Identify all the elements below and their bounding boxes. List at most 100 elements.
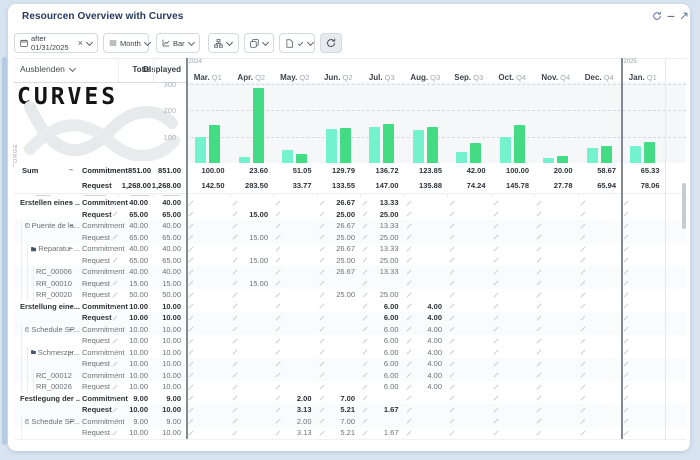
edit-pencil-icon[interactable] [493, 349, 499, 355]
edit-pencil-icon[interactable] [493, 292, 499, 298]
month-cell-sep[interactable] [447, 358, 489, 370]
edit-pencil-icon[interactable] [275, 384, 281, 390]
edit-pencil-icon[interactable] [623, 246, 629, 252]
month-cell-apr[interactable] [230, 220, 272, 232]
month-cell-dec[interactable] [578, 427, 620, 439]
month-header-nov[interactable]: Nov. Q4 [534, 58, 578, 82]
edit-pencil-icon[interactable] [275, 315, 281, 321]
edit-pencil-icon[interactable] [112, 372, 118, 378]
row-name[interactable]: RR_00020 [36, 289, 72, 301]
month-cell-sep[interactable] [447, 289, 489, 301]
month-cell-jan[interactable]: 65.33 [621, 163, 663, 178]
edit-pencil-icon[interactable] [112, 418, 118, 424]
month-cell-apr[interactable] [230, 301, 272, 313]
edit-pencil-icon[interactable] [580, 349, 586, 355]
edit-pencil-icon[interactable] [536, 372, 542, 378]
edit-pencil-icon[interactable] [449, 211, 455, 217]
month-cell-jun[interactable]: 7.00 [317, 416, 359, 428]
month-cell-aug[interactable]: 123.85 [404, 163, 446, 178]
edit-pencil-icon[interactable] [362, 338, 368, 344]
edit-pencil-icon[interactable] [188, 246, 194, 252]
month-cell-mar[interactable]: 100.00 [186, 163, 228, 178]
total-cell[interactable]: 9.00 [110, 393, 151, 405]
month-cell-may[interactable]: 2.00 [273, 416, 315, 428]
month-header-oct[interactable]: Oct. Q4 [491, 58, 535, 82]
bar-request-mar[interactable] [209, 125, 220, 163]
month-cell-jan[interactable] [621, 278, 663, 290]
month-cell-sep[interactable] [447, 312, 489, 324]
edit-pencil-icon[interactable] [319, 384, 325, 390]
edit-pencil-icon[interactable] [580, 338, 586, 344]
month-cell-jul[interactable] [360, 278, 402, 290]
edit-pencil-icon[interactable] [449, 407, 455, 413]
edit-pencil-icon[interactable] [319, 361, 325, 367]
month-cell-aug[interactable] [404, 220, 446, 232]
month-cell-jul[interactable]: 6.00 [360, 347, 402, 359]
edit-pencil-icon[interactable] [232, 349, 238, 355]
edit-pencil-icon[interactable] [493, 269, 499, 275]
edit-pencil-icon[interactable] [275, 223, 281, 229]
month-cell-oct[interactable] [491, 381, 533, 393]
bar-request-dec[interactable] [601, 146, 612, 163]
edit-pencil-icon[interactable] [449, 234, 455, 240]
edit-pencil-icon[interactable] [580, 372, 586, 378]
edit-pencil-icon[interactable] [580, 361, 586, 367]
edit-pencil-icon[interactable] [232, 292, 238, 298]
edit-pencil-icon[interactable] [362, 234, 368, 240]
edit-pencil-icon[interactable] [580, 407, 586, 413]
edit-pencil-icon[interactable] [536, 246, 542, 252]
month-cell-apr[interactable] [230, 370, 272, 382]
month-cell-nov[interactable] [534, 358, 576, 370]
edit-pencil-icon[interactable] [580, 418, 586, 424]
month-cell-oct[interactable] [491, 220, 533, 232]
month-cell-dec[interactable] [578, 347, 620, 359]
edit-pencil-icon[interactable] [406, 326, 412, 332]
edit-pencil-icon[interactable] [112, 269, 118, 275]
edit-pencil-icon[interactable] [580, 395, 586, 401]
month-cell-mar[interactable] [186, 266, 228, 278]
edit-pencil-icon[interactable] [493, 280, 499, 286]
edit-pencil-icon[interactable] [536, 418, 542, 424]
edit-pencil-icon[interactable] [275, 407, 281, 413]
month-cell-may[interactable] [273, 209, 315, 221]
edit-pencil-icon[interactable] [536, 338, 542, 344]
month-cell-oct[interactable] [491, 266, 533, 278]
edit-pencil-icon[interactable] [580, 303, 586, 309]
month-cell-nov[interactable] [534, 197, 576, 209]
month-cell-mar[interactable]: 142.50 [186, 178, 228, 193]
edit-pencil-icon[interactable] [232, 269, 238, 275]
month-cell-aug[interactable]: 4.00 [404, 335, 446, 347]
edit-pencil-icon[interactable] [275, 292, 281, 298]
month-cell-jun[interactable]: 25.00 [317, 255, 359, 267]
edit-pencil-icon[interactable] [319, 395, 325, 401]
month-cell-mar[interactable] [186, 255, 228, 267]
edit-pencil-icon[interactable] [362, 211, 368, 217]
month-cell-jun[interactable]: 7.00 [317, 393, 359, 405]
edit-pencil-icon[interactable] [319, 338, 325, 344]
month-cell-apr[interactable]: 15.00 [230, 209, 272, 221]
collapse-button[interactable]: – [69, 197, 73, 209]
edit-pencil-icon[interactable] [406, 315, 412, 321]
edit-pencil-icon[interactable] [623, 372, 629, 378]
edit-pencil-icon[interactable] [319, 234, 325, 240]
collapse-button[interactable]: – [69, 324, 73, 336]
edit-pencil-icon[interactable] [188, 315, 194, 321]
edit-pencil-icon[interactable] [232, 361, 238, 367]
edit-pencil-icon[interactable] [275, 303, 281, 309]
edit-pencil-icon[interactable] [493, 315, 499, 321]
edit-pencil-icon[interactable] [112, 257, 118, 263]
month-cell-mar[interactable] [186, 347, 228, 359]
edit-pencil-icon[interactable] [580, 280, 586, 286]
month-cell-jul[interactable]: 13.33 [360, 266, 402, 278]
month-cell-oct[interactable] [491, 209, 533, 221]
edit-pencil-icon[interactable] [275, 361, 281, 367]
edit-pencil-icon[interactable] [536, 315, 542, 321]
edit-pencil-icon[interactable] [623, 315, 629, 321]
edit-pencil-icon[interactable] [188, 269, 194, 275]
month-cell-jan[interactable] [621, 427, 663, 439]
edit-pencil-icon[interactable] [362, 246, 368, 252]
month-cell-oct[interactable] [491, 427, 533, 439]
month-cell-dec[interactable] [578, 197, 620, 209]
edit-pencil-icon[interactable] [112, 315, 118, 321]
month-cell-nov[interactable] [534, 335, 576, 347]
